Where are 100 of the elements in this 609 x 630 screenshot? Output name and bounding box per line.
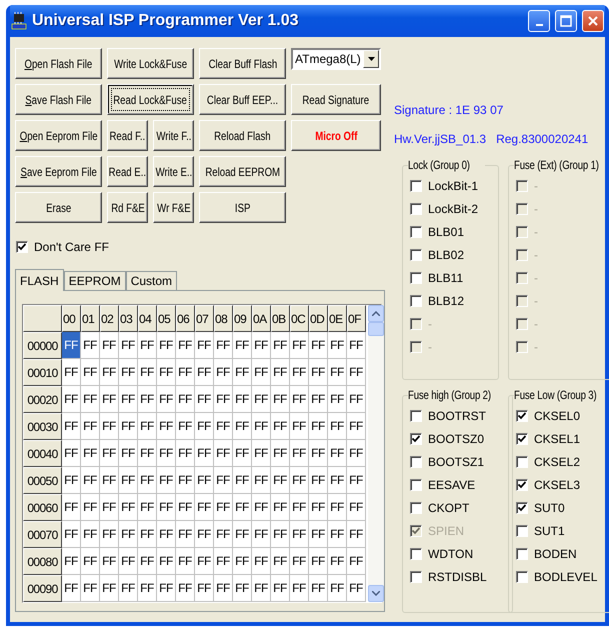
- table-cell[interactable]: FF: [119, 332, 138, 359]
- table-cell[interactable]: FF: [100, 413, 119, 440]
- checkbox[interactable]: [410, 478, 422, 490]
- table-cell[interactable]: FF: [138, 386, 157, 413]
- table-cell[interactable]: FF: [347, 332, 366, 359]
- checkbox[interactable]: [516, 478, 528, 490]
- table-cell[interactable]: FF: [309, 548, 328, 575]
- tab[interactable]: FLASH: [15, 269, 64, 291]
- action-button[interactable]: Open Eeprom File: [15, 120, 102, 151]
- checkbox[interactable]: [410, 226, 422, 238]
- table-cell[interactable]: FF: [290, 575, 309, 602]
- table-cell[interactable]: FF: [81, 332, 100, 359]
- table-cell[interactable]: FF: [252, 440, 271, 467]
- table-cell[interactable]: FF: [62, 332, 81, 359]
- table-cell[interactable]: FF: [309, 440, 328, 467]
- checkbox[interactable]: [516, 456, 528, 468]
- table-cell[interactable]: FF: [309, 386, 328, 413]
- table-cell[interactable]: FF: [214, 548, 233, 575]
- checkbox[interactable]: [410, 202, 422, 214]
- table-cell[interactable]: FF: [328, 359, 347, 386]
- table-cell[interactable]: FF: [100, 332, 119, 359]
- table-cell[interactable]: FF: [195, 575, 214, 602]
- table-cell[interactable]: FF: [271, 359, 290, 386]
- action-button[interactable]: Clear Buff EEP...: [199, 84, 286, 115]
- table-cell[interactable]: FF: [233, 440, 252, 467]
- maximize-button[interactable]: [555, 10, 577, 32]
- table-cell[interactable]: FF: [62, 548, 81, 575]
- table-cell[interactable]: FF: [233, 413, 252, 440]
- table-cell[interactable]: FF: [290, 440, 309, 467]
- table-cell[interactable]: FF: [195, 386, 214, 413]
- table-cell[interactable]: FF: [309, 359, 328, 386]
- table-cell[interactable]: FF: [214, 521, 233, 548]
- table-cell[interactable]: FF: [119, 521, 138, 548]
- table-cell[interactable]: FF: [157, 386, 176, 413]
- action-button[interactable]: Read F..: [107, 120, 148, 151]
- table-cell[interactable]: FF: [81, 548, 100, 575]
- tab[interactable]: EEPROM: [64, 271, 126, 290]
- table-cell[interactable]: FF: [252, 521, 271, 548]
- table-cell[interactable]: FF: [62, 521, 81, 548]
- checkbox[interactable]: [16, 240, 28, 252]
- table-cell[interactable]: FF: [62, 494, 81, 521]
- table-cell[interactable]: FF: [309, 521, 328, 548]
- table-cell[interactable]: FF: [233, 359, 252, 386]
- action-button[interactable]: Write Lock&Fuse: [107, 48, 194, 79]
- table-cell[interactable]: FF: [328, 467, 347, 494]
- action-button[interactable]: Write E..: [153, 156, 194, 187]
- table-cell[interactable]: FF: [290, 386, 309, 413]
- table-cell[interactable]: FF: [157, 440, 176, 467]
- table-cell[interactable]: FF: [290, 359, 309, 386]
- minimize-button[interactable]: [528, 10, 550, 32]
- table-cell[interactable]: FF: [195, 359, 214, 386]
- action-button[interactable]: Read E..: [107, 156, 148, 187]
- table-cell[interactable]: FF: [157, 494, 176, 521]
- checkbox[interactable]: [410, 294, 422, 306]
- table-cell[interactable]: FF: [233, 467, 252, 494]
- device-dropdown[interactable]: ATmega8(L): [291, 48, 381, 70]
- table-cell[interactable]: FF: [176, 359, 195, 386]
- table-cell[interactable]: FF: [62, 575, 81, 602]
- table-cell[interactable]: FF: [309, 467, 328, 494]
- table-cell[interactable]: FF: [138, 440, 157, 467]
- close-button[interactable]: [582, 10, 604, 32]
- table-cell[interactable]: FF: [214, 494, 233, 521]
- table-cell[interactable]: FF: [290, 548, 309, 575]
- table-cell[interactable]: FF: [195, 467, 214, 494]
- action-button[interactable]: Reload EEPROM: [199, 156, 286, 187]
- table-cell[interactable]: FF: [328, 332, 347, 359]
- checkbox[interactable]: [410, 548, 422, 560]
- table-cell[interactable]: FF: [290, 413, 309, 440]
- checkbox[interactable]: [410, 272, 422, 284]
- table-cell[interactable]: FF: [233, 386, 252, 413]
- action-button[interactable]: Save Eeprom File: [15, 156, 102, 187]
- table-cell[interactable]: FF: [347, 386, 366, 413]
- table-cell[interactable]: FF: [195, 494, 214, 521]
- table-cell[interactable]: FF: [157, 575, 176, 602]
- table-cell[interactable]: FF: [176, 521, 195, 548]
- action-button[interactable]: Reload Flash: [199, 120, 286, 151]
- table-cell[interactable]: FF: [347, 413, 366, 440]
- table-cell[interactable]: FF: [81, 386, 100, 413]
- table-cell[interactable]: FF: [214, 575, 233, 602]
- action-button[interactable]: Open Flash File: [15, 48, 102, 79]
- table-cell[interactable]: FF: [233, 332, 252, 359]
- table-cell[interactable]: FF: [138, 332, 157, 359]
- table-cell[interactable]: FF: [271, 386, 290, 413]
- table-cell[interactable]: FF: [81, 440, 100, 467]
- table-cell[interactable]: FF: [252, 467, 271, 494]
- table-cell[interactable]: FF: [176, 440, 195, 467]
- table-cell[interactable]: FF: [100, 386, 119, 413]
- table-cell[interactable]: FF: [81, 521, 100, 548]
- table-cell[interactable]: FF: [214, 467, 233, 494]
- table-cell[interactable]: FF: [81, 467, 100, 494]
- table-cell[interactable]: FF: [271, 467, 290, 494]
- table-cell[interactable]: FF: [157, 413, 176, 440]
- table-cell[interactable]: FF: [176, 332, 195, 359]
- table-cell[interactable]: FF: [252, 386, 271, 413]
- table-cell[interactable]: FF: [157, 548, 176, 575]
- table-cell[interactable]: FF: [195, 440, 214, 467]
- action-button[interactable]: Wr F&E: [153, 192, 194, 223]
- scroll-thumb[interactable]: [368, 322, 384, 336]
- table-cell[interactable]: FF: [138, 359, 157, 386]
- table-cell[interactable]: FF: [119, 548, 138, 575]
